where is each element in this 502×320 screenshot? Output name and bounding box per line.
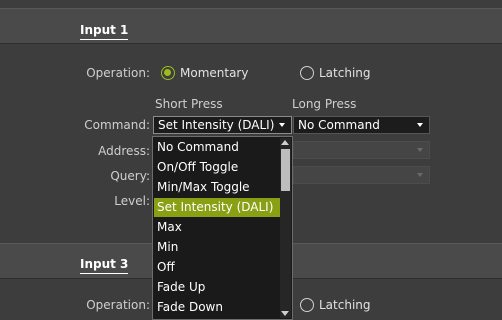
chevron-down-icon [417,123,423,127]
scroll-down-icon[interactable] [281,311,289,316]
input3-latching-label[interactable]: Latching [319,298,371,312]
command-label: Command: [84,118,150,132]
scroll-up-icon[interactable] [281,140,289,145]
input3-operation-label: Operation: [86,298,150,312]
input3-title: Input 3 [80,257,129,274]
dropdown-item-min-max-toggle[interactable]: Min/Max Toggle [154,178,280,197]
command-short-select[interactable]: Set Intensity (DALI) [153,116,292,134]
dropdown-item-on-off-toggle[interactable]: On/Off Toggle [154,158,280,177]
dropdown-item-max[interactable]: Max [154,218,280,237]
latching-label[interactable]: Latching [319,66,371,80]
query-label: Query: [110,169,150,183]
command-long-value: No Command [298,118,380,132]
command-dropdown-list[interactable]: No Command On/Off Toggle Min/Max Toggle … [152,136,293,320]
latching-radio[interactable] [300,66,314,80]
input1-operation-label: Operation: [86,66,150,80]
address-long-select[interactable] [293,141,430,159]
input3-latching-radio[interactable] [300,298,314,312]
command-short-value: Set Intensity (DALI) [158,118,275,132]
level-label: Level: [114,194,150,208]
input1-header: Input 1 [0,8,502,44]
input1-title: Input 1 [80,23,129,40]
dropdown-item-min[interactable]: Min [154,238,280,257]
address-label: Address: [98,144,150,158]
dropdown-item-no-command[interactable]: No Command [154,138,280,157]
short-press-header: Short Press [155,97,223,111]
dropdown-item-off[interactable]: Off [154,258,280,277]
dropdown-item-fade-up[interactable]: Fade Up [154,278,280,297]
momentary-radio[interactable] [161,66,175,80]
dropdown-scroll-thumb[interactable] [281,149,290,191]
chevron-down-icon [417,148,423,152]
chevron-down-icon [279,123,285,127]
chevron-down-icon [417,173,423,177]
command-long-select[interactable]: No Command [293,116,430,134]
query-long-select[interactable] [293,166,430,184]
dropdown-item-set-intensity[interactable]: Set Intensity (DALI) [154,198,280,217]
momentary-label[interactable]: Momentary [180,66,248,80]
dropdown-item-fade-down[interactable]: Fade Down [154,298,280,317]
long-press-header: Long Press [292,97,357,111]
